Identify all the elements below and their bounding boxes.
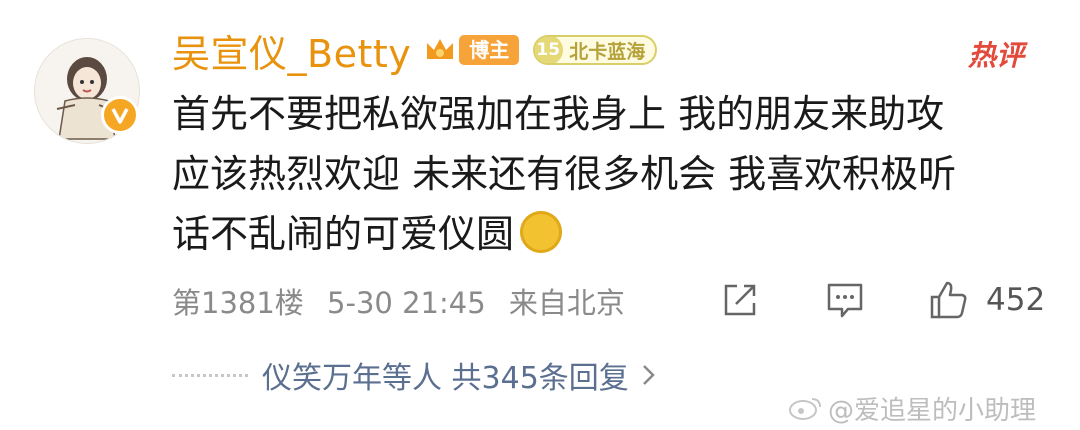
weibo-logo-icon (789, 398, 821, 420)
replies-summary[interactable]: 仪笑万年等人 共345条回复 (262, 353, 629, 397)
blogger-badge[interactable]: 博主 (459, 35, 520, 65)
username[interactable]: 吴宣仪_Betty (172, 23, 411, 78)
comment-header: 吴宣仪_Betty 博主 15 北卡蓝海 (172, 26, 658, 76)
comment-line-text: 话不乱闹的可爱仪圆 (172, 212, 515, 256)
comment-text: 首先不要把私欲强加在我身上 我的朋友来助攻 应该热烈欢迎 未来还有很多机会 我喜… (172, 84, 1032, 264)
location: 来自北京 (508, 286, 625, 320)
timestamp: 5-30 21:45 (327, 286, 486, 320)
fan-group-name: 北卡蓝海 (569, 40, 646, 63)
verified-badge (101, 96, 139, 134)
comment-line-last: 话不乱闹的可爱仪圆 (172, 204, 1032, 264)
comment-button[interactable] (824, 278, 866, 322)
chevron-right-icon (642, 365, 655, 385)
share-icon (724, 284, 756, 316)
fan-badge[interactable]: 15 北卡蓝海 (533, 35, 658, 65)
share-button[interactable] (720, 278, 760, 322)
coin-emoji-icon (520, 211, 563, 253)
like-count: 452 (986, 282, 1046, 318)
replies-link[interactable]: 仪笑万年等人 共345条回复 (172, 350, 659, 400)
watermark-text: @爱追星的小助理 (828, 395, 1037, 426)
like-button[interactable]: 452 (928, 278, 1045, 322)
reply-divider (172, 373, 248, 377)
watermark: @爱追星的小助理 (788, 388, 1036, 428)
comment-line: 应该热烈欢迎 未来还有很多机会 我喜欢积极听 (172, 152, 957, 196)
verified-v-icon (111, 108, 129, 124)
floor-number: 第1381楼 (172, 286, 304, 320)
comment-line: 首先不要把私欲强加在我身上 我的朋友来助攻 (172, 92, 945, 136)
comment-meta: 第1381楼 5-30 21:45 来自北京 (172, 280, 639, 322)
fan-level: 15 (535, 37, 564, 63)
comment-icon (827, 283, 863, 318)
crown-icon (427, 39, 454, 59)
thumbs-up-icon (930, 281, 967, 319)
hot-comment-tag: 热评 (968, 39, 1025, 72)
